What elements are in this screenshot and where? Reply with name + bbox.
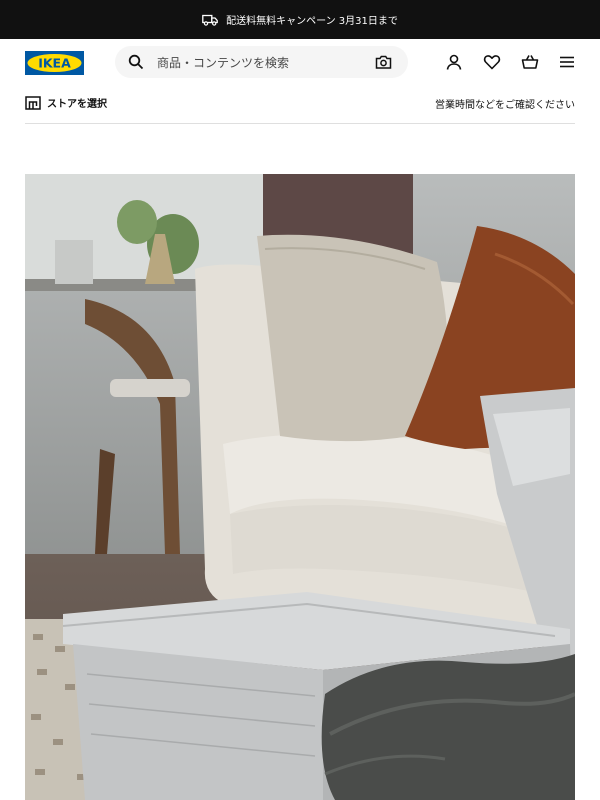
menu-icon[interactable] [558,53,576,71]
store-selector-row: ストアを選択 営業時間などをご確認ください [25,85,575,124]
site-header: IKEA 商品・コンテンツを検索 [0,39,600,85]
camera-icon[interactable] [375,54,392,70]
hero-illustration [25,174,575,800]
search-bar[interactable]: 商品・コンテンツを検索 [115,46,408,78]
store-icon [25,95,41,110]
select-store-button[interactable]: ストアを選択 [25,95,107,110]
ikea-logo[interactable]: IKEA [25,51,84,75]
search-input[interactable]: 商品・コンテンツを検索 [157,54,289,71]
store-hours-link[interactable]: 営業時間などをご確認ください [435,96,575,111]
truck-icon [202,14,218,26]
promo-bar[interactable]: 配送料無料キャンペーン 3月31日まで [0,0,600,39]
user-icon[interactable] [445,53,463,71]
hero-image[interactable] [25,174,575,800]
search-icon[interactable] [128,54,144,70]
heart-icon[interactable] [483,53,501,71]
logo-text: IKEA [38,56,71,71]
cart-icon[interactable] [521,53,539,71]
promo-link[interactable]: 配送料無料キャンペーン 3月31日まで [226,12,398,27]
select-store-label: ストアを選択 [47,99,107,110]
